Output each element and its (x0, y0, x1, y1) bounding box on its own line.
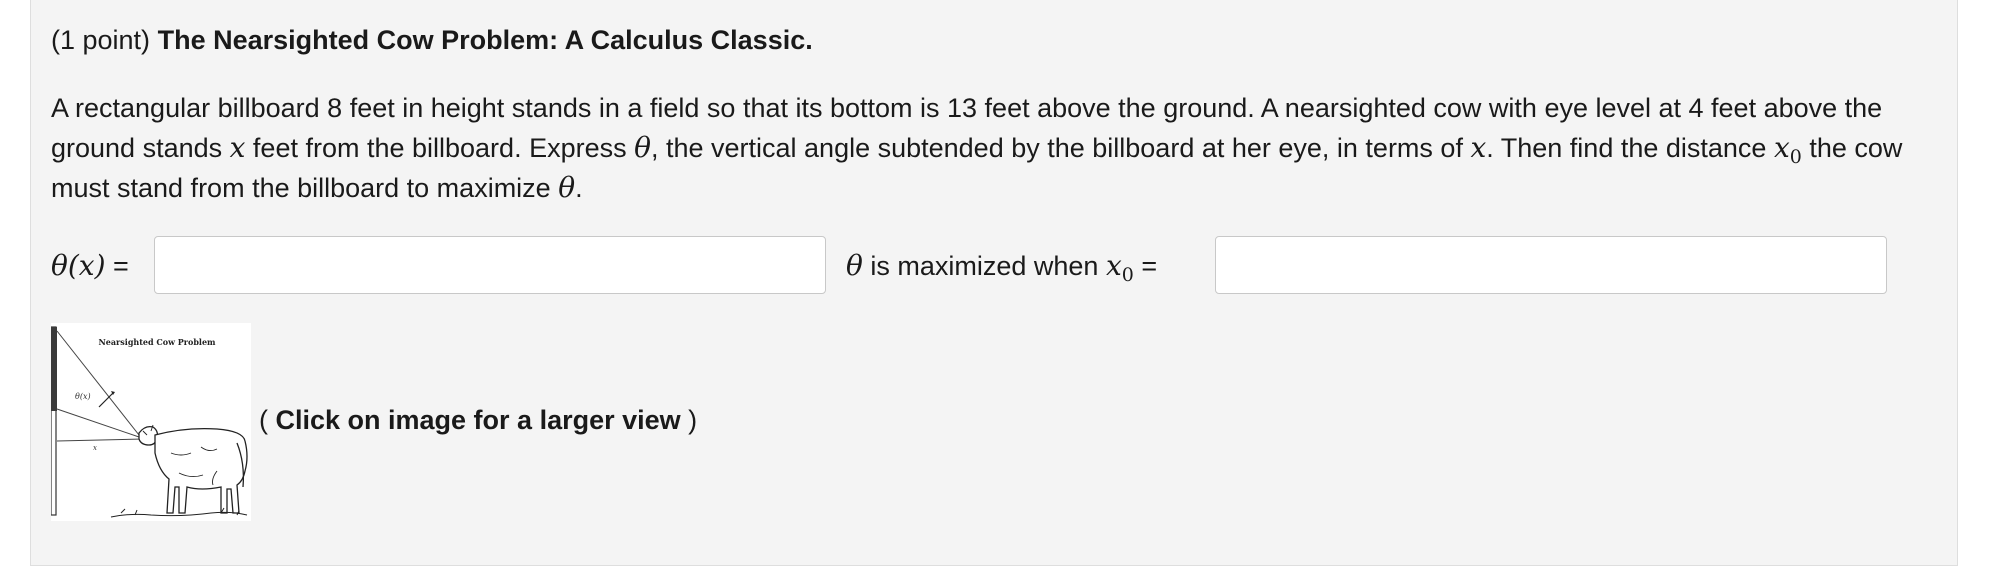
equals-sign: = (1133, 251, 1158, 281)
maximized-text: is maximized when (862, 251, 1106, 281)
math-var-x: x (229, 131, 246, 164)
theta-answer-input[interactable] (154, 236, 826, 294)
caption-close-paren: ) (680, 405, 698, 435)
statement-text: feet from the billboard. Express (245, 133, 635, 163)
statement-text: , the vertical angle subtended by the bi… (650, 133, 1471, 163)
math-var-x0-sub: 0 (1121, 264, 1134, 286)
math-var-x0-base: x (1105, 249, 1122, 282)
statement-text: . Then find the distance (1486, 133, 1774, 163)
theta-of-x-math: θ(x) (51, 249, 106, 282)
answer-row: θ(x) = θ is maximized when x0 = (51, 236, 1951, 296)
theta-of-x-label: θ(x) = (51, 236, 129, 296)
math-var-x0-sub: 0 (1789, 146, 1802, 168)
maximized-label: θ is maximized when x0 = (846, 236, 1157, 296)
x0-answer-input[interactable] (1215, 236, 1887, 294)
math-var-x0: x0 (1773, 131, 1802, 167)
math-var-x: x (1470, 131, 1487, 164)
points-label: (1 point) (51, 25, 151, 55)
cow-diagram-image: Nearsighted Cow Problem θ(x) x (50, 323, 251, 521)
problem-box: (1 point) The Nearsighted Cow Problem: A… (30, 0, 1958, 566)
figure-caption: ( Click on image for a larger view ) (259, 402, 697, 438)
problem-statement: A rectangular billboard 8 feet in height… (51, 88, 1941, 208)
distance-label: x (93, 444, 97, 452)
figure-thumbnail-link[interactable]: Nearsighted Cow Problem θ(x) x (50, 323, 251, 521)
math-var-theta: θ (634, 131, 651, 164)
problem-title-line: (1 point) The Nearsighted Cow Problem: A… (51, 22, 813, 58)
problem-title: The Nearsighted Cow Problem: A Calculus … (157, 25, 813, 55)
math-var-theta: θ (558, 171, 576, 204)
caption-open-paren: ( (259, 405, 276, 435)
math-var-x0: x0 (1105, 249, 1134, 285)
angle-label: θ(x) (75, 392, 91, 401)
math-var-x0-base: x (1773, 131, 1790, 164)
statement-text: . (575, 173, 583, 203)
caption-text: Click on image for a larger view (275, 405, 681, 435)
equals-sign: = (105, 251, 129, 281)
math-var-theta: θ (846, 249, 863, 282)
image-title: Nearsighted Cow Problem (98, 337, 216, 347)
